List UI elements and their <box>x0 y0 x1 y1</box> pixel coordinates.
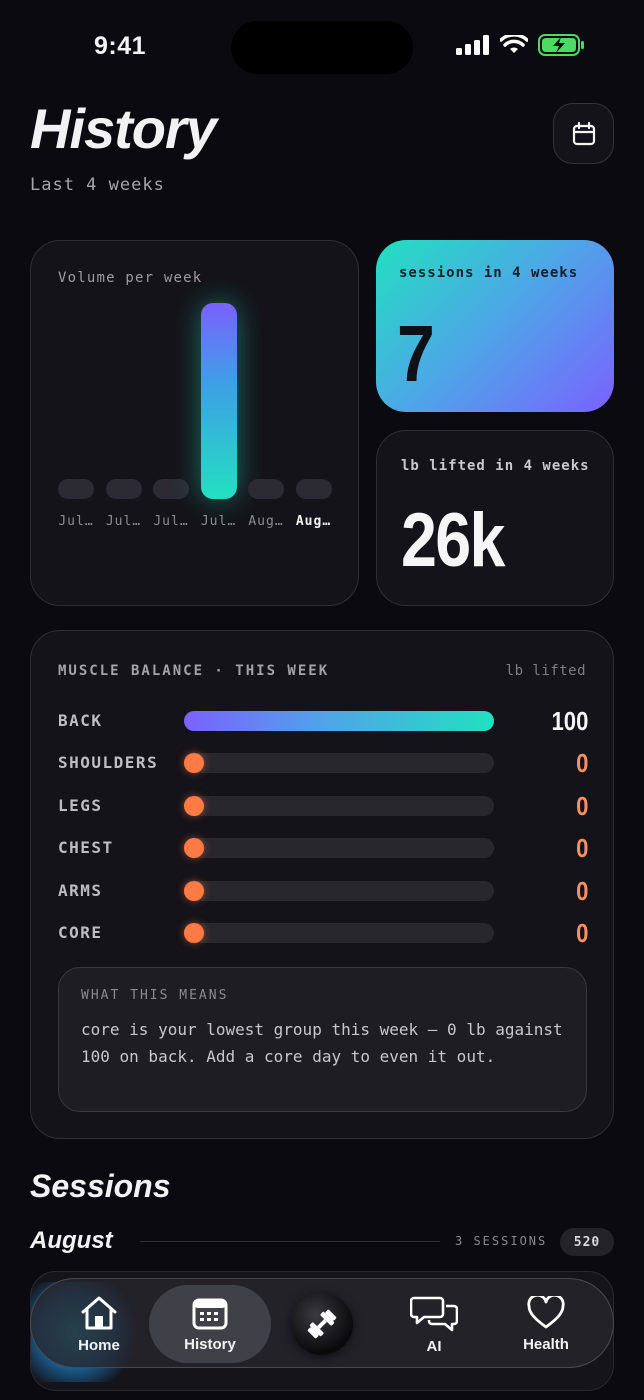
start-workout-button[interactable] <box>291 1293 353 1355</box>
muscle-balance-card: MUSCLE BALANCE · THIS WEEK lb lifted BAC… <box>30 630 614 1139</box>
volume-bar <box>58 479 94 499</box>
muscle-bar-fill <box>184 753 204 774</box>
muscle-bar-fill <box>184 838 204 859</box>
lifted-stat-card[interactable]: lb lifted in 4 weeks 26k <box>376 430 614 606</box>
volume-bar <box>153 479 189 499</box>
muscle-row-shoulders: SHOULDERS 0 <box>58 748 588 778</box>
battery-charging-icon <box>538 34 584 56</box>
tab-history-label: History <box>184 1335 236 1353</box>
tab-health[interactable]: Health <box>490 1279 602 1369</box>
volume-x-label: Jul… <box>153 514 189 529</box>
heart-icon <box>527 1295 565 1328</box>
muscle-value: 0 <box>575 790 588 821</box>
month-session-count: 3 SESSIONS <box>455 1234 548 1248</box>
muscle-bar-track <box>184 923 494 943</box>
muscle-name: CORE <box>58 923 103 942</box>
volume-card[interactable]: Volume per week Jul… Jul… Jul… Jul… Aug… Aug… <box>30 240 359 606</box>
signal-icon <box>456 35 489 55</box>
muscle-balance-unit: lb lifted <box>505 663 586 679</box>
muscle-name: BACK <box>58 711 103 730</box>
volume-x-label: Jul… <box>105 514 142 529</box>
month-heading: August <box>30 1227 113 1254</box>
volume-x-label: Aug… <box>295 514 332 529</box>
muscle-bar-fill <box>184 923 204 943</box>
calendar-icon <box>572 121 595 145</box>
muscle-row-core: CORE 0 <box>58 918 588 948</box>
tab-health-label: Health <box>523 1335 569 1353</box>
muscle-name: LEGS <box>58 795 103 815</box>
sessions-stat-value: 7 <box>397 309 435 398</box>
insight-body: core is your lowest group this week — 0 … <box>81 1020 563 1066</box>
muscle-row-chest: CHEST 0 <box>58 833 588 863</box>
muscle-bar-track <box>184 795 494 816</box>
calendar-button[interactable] <box>553 103 614 164</box>
muscle-bar-track <box>184 711 494 731</box>
volume-bar <box>295 479 332 499</box>
volume-card-label: Volume per week <box>58 270 203 286</box>
muscle-bar-track <box>184 753 494 774</box>
volume-bar <box>105 479 142 499</box>
muscle-row-back: BACK 100 <box>58 706 588 736</box>
tab-home-label: Home <box>78 1336 120 1354</box>
month-volume-badge: 520 <box>560 1228 614 1256</box>
lifted-stat-label: lb lifted in 4 weeks <box>401 458 590 474</box>
home-icon <box>81 1296 117 1329</box>
muscle-value: 100 <box>551 706 588 736</box>
muscle-bar-fill <box>184 795 204 816</box>
muscle-name: CHEST <box>58 838 114 858</box>
volume-x-label: Jul… <box>58 514 94 529</box>
calendar-icon <box>192 1298 228 1329</box>
wifi-icon <box>500 35 528 53</box>
tab-history[interactable]: History <box>149 1285 271 1363</box>
tab-ai-label: AI <box>426 1337 442 1355</box>
tab-ai[interactable]: AI <box>378 1279 490 1369</box>
muscle-value: 0 <box>575 833 588 864</box>
volume-bar <box>200 303 237 499</box>
sessions-stat-label: sessions in 4 weeks <box>399 265 579 281</box>
muscle-balance-title: MUSCLE BALANCE · THIS WEEK <box>58 663 330 679</box>
status-icons <box>456 34 586 56</box>
dynamic-island <box>231 21 413 74</box>
muscle-bar-track <box>184 880 494 901</box>
insight-box: WHAT THIS MEANS core is your lowest grou… <box>58 967 587 1112</box>
muscle-row-legs: LEGS 0 <box>58 791 588 821</box>
month-divider <box>140 1241 440 1242</box>
muscle-value: 0 <box>575 748 588 779</box>
page-subtitle: Last 4 weeks <box>30 175 165 195</box>
muscle-bar-fill <box>184 880 204 901</box>
sessions-heading: Sessions <box>30 1168 171 1204</box>
muscle-name: SHOULDERS <box>58 753 159 773</box>
muscle-value: 0 <box>575 875 588 906</box>
muscle-name: ARMS <box>58 880 103 900</box>
insight-heading: WHAT THIS MEANS <box>81 988 229 1003</box>
muscle-value: 0 <box>575 918 588 948</box>
muscle-bar-fill <box>184 711 494 731</box>
sessions-stat-card[interactable]: sessions in 4 weeks 7 <box>376 240 614 412</box>
muscle-row-arms: ARMS 0 <box>58 876 588 906</box>
lifted-stat-value: 26k <box>401 498 505 583</box>
tab-bar: Home History AI Health <box>30 1278 614 1368</box>
volume-bar <box>248 479 284 499</box>
page-title: History <box>30 97 217 160</box>
chat-bubbles-icon <box>410 1296 458 1331</box>
dumbbell-icon <box>307 1309 337 1339</box>
tab-home[interactable]: Home <box>43 1279 155 1369</box>
volume-x-label: Aug… <box>248 514 284 529</box>
muscle-bar-track <box>184 838 494 859</box>
status-time: 9:41 <box>94 32 147 60</box>
volume-x-label: Jul… <box>200 514 237 529</box>
